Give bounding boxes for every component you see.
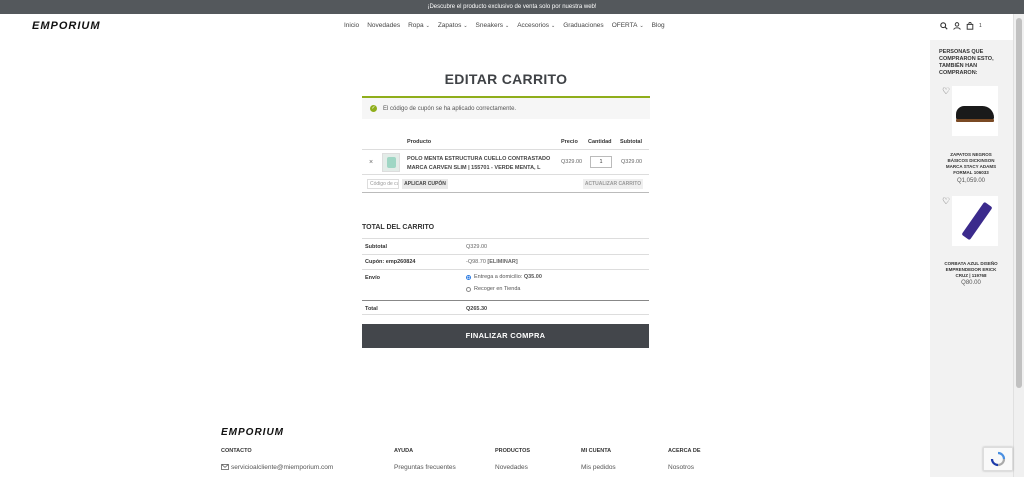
- nav-item-blog[interactable]: Blog: [652, 22, 665, 29]
- success-notice: ✓ El código de cupón se ha aplicado corr…: [362, 96, 650, 119]
- totals-coupon-row: Cupón: emp260824 -Q98.70 [ELIMINAR]: [362, 254, 649, 269]
- product-name-link[interactable]: POLO MENTA ESTRUCTURA CUELLO CONTRASTADO…: [407, 155, 557, 173]
- footer-col-contacto: CONTACTO servicioalcliente@miemporium.co…: [221, 448, 334, 471]
- notice-text: El código de cupón se ha aplicado correc…: [383, 105, 517, 112]
- footer-col-acerca: ACERCA DE Nosotros: [668, 448, 701, 471]
- footer-link-nosotros[interactable]: Nosotros: [668, 464, 701, 471]
- related-product-price: Q1,059.00: [956, 178, 986, 184]
- sidebar-title: PERSONAS QUE COMPRARON ESTO, TAMBIÉN HAN…: [939, 49, 994, 76]
- nav-item-zapatos[interactable]: Zapatos ⌄: [438, 22, 468, 29]
- chevron-down-icon: ⌄: [639, 23, 644, 29]
- radio-selected[interactable]: [466, 274, 471, 280]
- subtotal-label: Subtotal: [365, 244, 387, 250]
- item-subtotal: Q329.00: [621, 159, 643, 165]
- recaptcha-icon: [990, 451, 1006, 467]
- chevron-down-icon: ⌄: [425, 23, 430, 29]
- promo-bar: ¡Descubre el producto exclusivo de venta…: [0, 0, 1024, 14]
- coupon-value: -Q98.70 [ELIMINAR]: [466, 259, 518, 265]
- product-image[interactable]: [952, 196, 998, 246]
- nav-item-graduaciones[interactable]: Graduaciones: [563, 22, 603, 29]
- nav-item-inicio[interactable]: Inicio: [344, 22, 359, 29]
- footer-col-mi-cuenta: MI CUENTA Mis pedidos: [581, 448, 616, 471]
- coupon-label: Cupón: emp260824: [365, 259, 416, 265]
- quantity-input[interactable]: 1: [590, 156, 612, 168]
- cart-icon[interactable]: [966, 22, 974, 30]
- coupon-row: Código de cupón APLICAR CUPÓN ACTUALIZAR…: [362, 175, 649, 193]
- footer-link-pedidos[interactable]: Mis pedidos: [581, 464, 616, 471]
- nav-item-sneakers[interactable]: Sneakers ⌄: [476, 22, 510, 29]
- total-label: Total: [365, 306, 378, 312]
- logo[interactable]: EMPORIUM: [32, 20, 101, 32]
- totals-shipping-row: Envío Entrega a domicilio: Q35.00 Recoge…: [362, 269, 649, 300]
- nav-item-ropa[interactable]: Ropa ⌄: [408, 22, 430, 29]
- site-footer: EMPORIUM CONTACTO servicioalcliente@miem…: [0, 420, 930, 477]
- remove-item-button[interactable]: ×: [369, 159, 373, 166]
- search-icon[interactable]: [940, 22, 948, 30]
- cart-item-row: × POLO MENTA ESTRUCTURA CUELLO CONTRASTA…: [362, 150, 649, 175]
- related-product-price: Q80.00: [961, 280, 981, 286]
- related-product-name[interactable]: CORBATA AZUL DISEÑO EMPRENDEDOR ERICK CR…: [940, 261, 1002, 279]
- shipping-option-delivery[interactable]: Entrega a domicilio: Q35.00: [466, 274, 542, 280]
- footer-logo[interactable]: EMPORIUM: [221, 427, 284, 438]
- site-header: EMPORIUM Inicio Novedades Ropa ⌄ Zapatos ⌄…: [0, 14, 1013, 40]
- footer-email-link[interactable]: servicioalcliente@miemporium.com: [221, 464, 333, 471]
- scrollbar-thumb[interactable]: [1016, 18, 1022, 388]
- checkout-button[interactable]: FINALIZAR COMPRA: [362, 324, 649, 348]
- chevron-down-icon: ⌄: [551, 23, 556, 29]
- page-title: EDITAR CARRITO: [444, 71, 568, 87]
- shipping-option-pickup[interactable]: Recoger en Tienda: [466, 286, 520, 292]
- footer-link-novedades[interactable]: Novedades: [495, 464, 530, 471]
- radio-unselected[interactable]: [466, 286, 471, 292]
- cart-totals-title: TOTAL DEL CARRITO: [362, 224, 435, 231]
- scrollbar[interactable]: [1013, 14, 1024, 477]
- nav-item-accesorios[interactable]: Accesorios ⌄: [517, 22, 555, 29]
- chevron-down-icon: ⌄: [505, 23, 510, 29]
- subtotal-value: Q329.00: [466, 244, 488, 250]
- footer-col-productos: PRODUCTOS Novedades: [495, 448, 531, 471]
- shipping-label: Envío: [365, 275, 380, 281]
- user-icon[interactable]: [953, 22, 961, 30]
- check-icon: ✓: [370, 105, 377, 112]
- recaptcha-badge[interactable]: [983, 447, 1013, 471]
- header-price: Precio: [561, 139, 578, 145]
- product-image[interactable]: [952, 86, 998, 136]
- chevron-down-icon: ⌄: [463, 23, 468, 29]
- totals-subtotal-row: Subtotal Q329.00: [362, 238, 649, 254]
- coupon-input[interactable]: Código de cupón: [367, 179, 399, 189]
- nav-item-novedades[interactable]: Novedades: [367, 22, 400, 29]
- header-product: Producto: [407, 139, 432, 145]
- apply-coupon-button[interactable]: APLICAR CUPÓN: [402, 179, 448, 189]
- totals-total-row: Total Q265.30: [362, 300, 649, 315]
- product-thumbnail[interactable]: [382, 153, 400, 172]
- cart-table: Producto Precio Cantidad Subtotal × POLO…: [362, 134, 649, 193]
- footer-link-faq[interactable]: Preguntas frecuentes: [394, 464, 456, 471]
- shoe-image: [956, 106, 994, 122]
- main-nav: Inicio Novedades Ropa ⌄ Zapatos ⌄ Sneakers…: [344, 22, 665, 29]
- nav-item-oferta[interactable]: OFERTA ⌄: [612, 22, 644, 29]
- total-value: Q265.30: [466, 306, 488, 312]
- cart-totals-table: Subtotal Q329.00 Cupón: emp260824 -Q98.7…: [362, 238, 649, 315]
- item-price: Q329.00: [561, 159, 583, 165]
- cart-table-header: Producto Precio Cantidad Subtotal: [362, 134, 649, 150]
- related-product-name[interactable]: ZAPATOS NEGROS BÁSICOS DICKINSON MARCA S…: [940, 152, 1002, 176]
- remove-coupon-link[interactable]: [ELIMINAR]: [487, 259, 517, 265]
- update-cart-button[interactable]: ACTUALIZAR CARRITO: [583, 179, 643, 189]
- cart-count-badge: 1: [979, 23, 982, 29]
- header-icons: 1: [940, 22, 982, 30]
- heart-icon[interactable]: ♡: [942, 196, 950, 207]
- tie-image: [961, 201, 993, 241]
- related-products-sidebar: PERSONAS QUE COMPRARON ESTO, TAMBIÉN HAN…: [930, 40, 1013, 477]
- heart-icon[interactable]: ♡: [942, 86, 950, 97]
- mail-icon: [221, 464, 229, 471]
- footer-col-ayuda: AYUDA Preguntas frecuentes: [394, 448, 456, 471]
- header-quantity: Cantidad: [588, 139, 612, 145]
- header-subtotal: Subtotal: [620, 139, 642, 145]
